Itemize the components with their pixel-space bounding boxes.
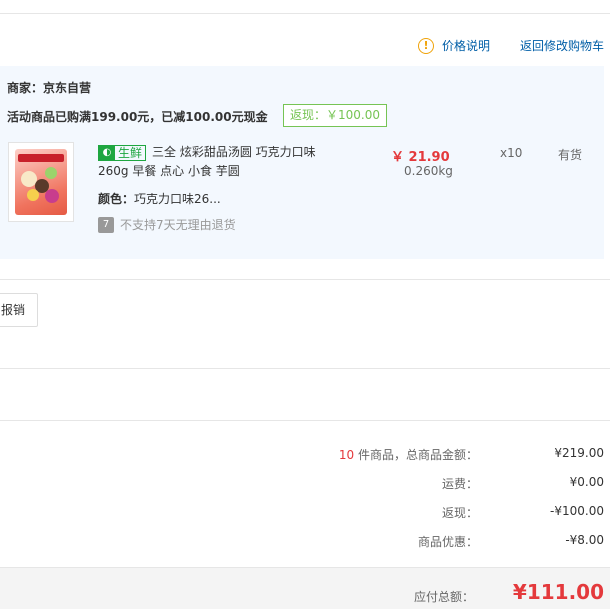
fresh-badge: ◐ 生鲜 <box>98 144 147 161</box>
invoice-button[interactable]: 报销 <box>0 293 39 327</box>
stock-status: 有货 <box>558 148 583 162</box>
total-amount: ¥111.00 <box>512 580 604 604</box>
item-count: 10 <box>338 448 355 462</box>
divider <box>0 13 610 14</box>
product-image[interactable] <box>8 142 74 222</box>
product-weight: 0.260kg <box>404 164 453 178</box>
seller-name: 商家：京东自营 <box>7 81 92 95</box>
no-return-notice: 7 不支持7天无理由退货 <box>98 216 236 233</box>
product-color: 颜色：巧克力口味26... <box>98 192 221 206</box>
summary-shipping: 运费： ¥0.00 <box>441 475 604 491</box>
product-price: ￥ 21.90 <box>391 150 450 165</box>
summary-discount: 商品优惠： -¥8.00 <box>417 533 604 549</box>
divider <box>0 368 610 369</box>
top-links: ! 价格说明 返回修改购物车 <box>417 37 604 54</box>
price-info-label: 价格说明 <box>441 39 490 53</box>
total-label: 应付总额： <box>413 590 474 604</box>
bowl-icon: ◐ <box>99 145 115 160</box>
shop-section: 商家：京东自营 活动商品已购满199.00元，已减100.00元现金 返现：￥1… <box>0 66 604 259</box>
divider <box>0 420 610 421</box>
product-quantity: x10 <box>500 146 523 160</box>
no-return-icon: 7 <box>98 216 114 233</box>
summary-cashback: 返现： -¥100.00 <box>441 504 604 520</box>
promo-text: 活动商品已购满199.00元，已减100.00元现金 <box>7 110 268 124</box>
total-bar: 应付总额： ¥111.00 <box>0 567 610 609</box>
warning-circle-icon: ! <box>417 37 434 54</box>
back-to-cart-link[interactable]: 返回修改购物车 <box>520 37 604 54</box>
product-package-image <box>15 149 67 215</box>
divider <box>0 279 610 280</box>
checkout-page: ! 价格说明 返回修改购物车 商家：京东自营 活动商品已购满199.00元，已减… <box>0 0 610 609</box>
shipping-value: ¥0.00 <box>569 475 604 489</box>
total-goods-value: ¥219.00 <box>554 446 604 460</box>
summary-total-goods: 10 件商品，总商品金额： ¥219.00 <box>338 446 604 462</box>
cashback-value: -¥100.00 <box>550 504 604 518</box>
price-info-link[interactable]: ! 价格说明 <box>417 37 490 54</box>
discount-value: -¥8.00 <box>565 533 604 547</box>
cashback-tag: 返现：￥100.00 <box>283 104 387 127</box>
product-name[interactable]: ◐ 生鲜 三全 炫彩甜品汤圆 巧克力口味 260g 早餐 点心 小食 芋圆 <box>98 143 338 181</box>
